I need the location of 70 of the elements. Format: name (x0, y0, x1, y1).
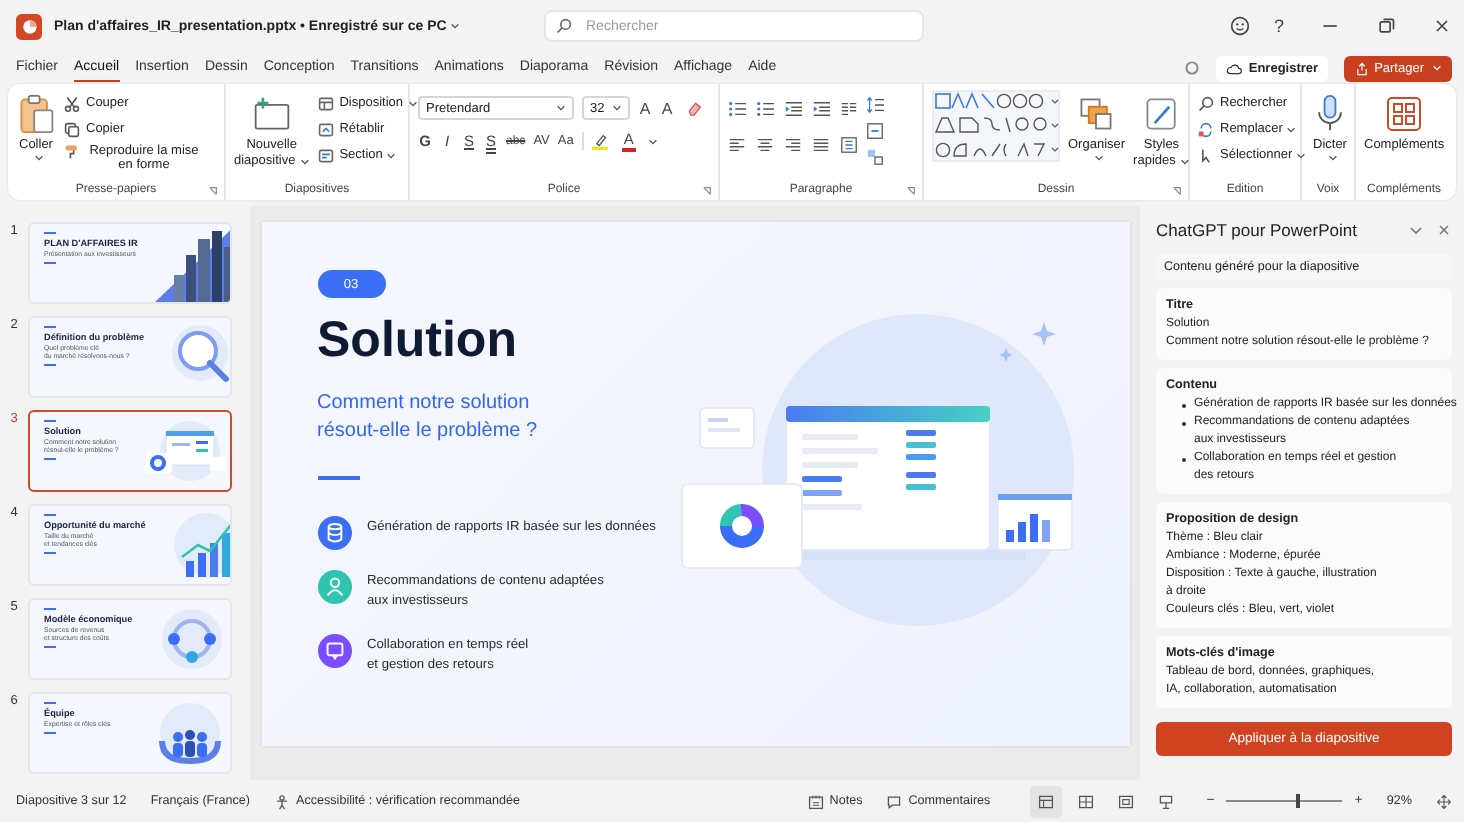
quick-styles-icon (1141, 94, 1182, 134)
paintbrush-icon (64, 144, 80, 160)
caret-icon (612, 104, 622, 112)
slide-canvas[interactable] (261, 222, 1129, 746)
copy-icon (64, 121, 80, 137)
scissors-icon (64, 95, 80, 111)
caret-icon (386, 151, 397, 159)
dialog-launcher-icon[interactable] (702, 186, 712, 196)
smartart-icon[interactable] (866, 148, 884, 166)
fit-to-window-icon[interactable] (1436, 793, 1452, 809)
numbered-list-icon[interactable] (756, 100, 774, 118)
new-slide-icon (251, 94, 292, 134)
decrease-indent-icon[interactable] (784, 100, 802, 118)
chevron-down-icon[interactable] (1408, 222, 1424, 238)
slide-title: Solution (317, 314, 517, 369)
reset-icon (317, 121, 334, 137)
ring-icon[interactable] (1184, 60, 1201, 76)
caret-icon (1296, 151, 1307, 159)
notes-icon (807, 793, 824, 809)
accessibility-icon[interactable] (274, 793, 290, 809)
panel-title: ChatGPT pour PowerPoint (1156, 220, 1359, 240)
align-right-icon[interactable] (784, 136, 802, 154)
search-icon (1198, 95, 1214, 111)
caret-icon (407, 99, 418, 107)
smiley-icon[interactable] (1229, 16, 1250, 36)
justify-icon[interactable] (812, 136, 830, 154)
caret-icon (1286, 125, 1297, 133)
caret-icon (299, 158, 310, 167)
zoom-slider-thumb[interactable] (1296, 794, 1301, 808)
bullet-list-icon[interactable] (728, 100, 746, 118)
layout-icon (317, 95, 334, 111)
app-logo-icon (16, 13, 42, 39)
shrink-font-button[interactable]: A (660, 99, 674, 117)
section-icon (317, 147, 334, 163)
highlighter-icon[interactable] (591, 133, 608, 150)
search-icon (556, 18, 572, 34)
increase-indent-icon[interactable] (812, 100, 830, 118)
caret-icon (1093, 154, 1104, 163)
align-left-icon[interactable] (728, 136, 746, 154)
caret-icon (33, 154, 43, 163)
caret-icon[interactable] (647, 137, 658, 146)
normal-view-icon[interactable] (1030, 785, 1063, 817)
add-ins-icon (1384, 94, 1425, 134)
caret-icon[interactable] (450, 22, 461, 30)
dialog-launcher-icon[interactable] (1172, 186, 1182, 196)
restore-icon[interactable] (1376, 16, 1396, 36)
share-icon (1354, 61, 1371, 75)
shapes-gallery-drawing[interactable] (932, 90, 1060, 162)
close-icon[interactable] (1436, 222, 1452, 238)
dialog-launcher-icon[interactable] (208, 186, 218, 196)
caret-icon (556, 104, 566, 112)
help-button[interactable]: ? (1273, 16, 1284, 36)
columns-icon[interactable] (840, 100, 858, 118)
cloud-icon (1226, 61, 1243, 75)
cursor-icon (1198, 147, 1214, 163)
eraser-icon[interactable] (686, 100, 702, 116)
clipboard-icon (16, 94, 56, 134)
comment-icon (886, 793, 903, 809)
dialog-launcher-icon[interactable] (906, 186, 916, 196)
distribute-icon[interactable] (840, 136, 858, 154)
caret-icon (1179, 158, 1190, 167)
replace-icon (1198, 121, 1214, 137)
close-icon[interactable] (1432, 16, 1452, 36)
align-center-icon[interactable] (756, 136, 774, 154)
grow-font-button[interactable]: A (638, 99, 652, 117)
line-spacing-icon[interactable] (866, 96, 884, 114)
text-align-icon[interactable] (866, 122, 884, 140)
caret-icon (1327, 154, 1337, 163)
arrange-icon (1076, 94, 1117, 134)
slide-subtitle: Comment notre solution résout-elle le problème ? (317, 389, 538, 446)
